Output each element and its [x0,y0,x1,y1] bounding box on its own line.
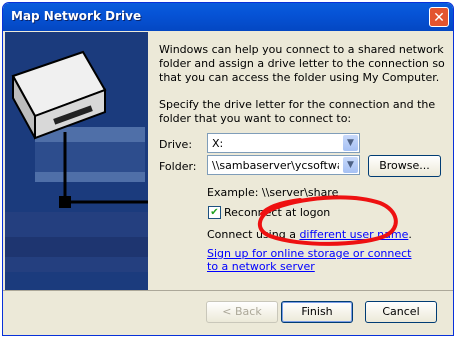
finish-button[interactable]: Finish [281,301,353,323]
connect-prefix: Connect using a [207,228,300,241]
network-drive-icon [5,50,148,272]
title-bar[interactable]: Map Network Drive ✕ [3,3,453,31]
folder-combobox[interactable]: \\sambaserver\ycsoftware ▼ [207,155,360,175]
dropdown-arrow-icon[interactable]: ▼ [343,135,358,151]
side-panel [5,32,148,290]
drive-value: X: [212,137,224,150]
folder-value: \\sambaserver\ycsoftware [212,159,339,172]
reconnect-label[interactable]: Reconnect at logon [224,206,330,219]
checkmark-icon: ✔ [210,207,219,218]
button-bar: < Back Finish Cancel [3,290,453,335]
drive-label: Drive: [159,138,193,151]
folder-label: Folder: [159,160,197,173]
back-button[interactable]: < Back [206,301,278,323]
connect-using-text: Connect using a different user name. [207,228,412,241]
intro-text: Windows can help you connect to a shared… [159,43,445,84]
browse-button[interactable]: Browse... [368,155,441,177]
signup-link[interactable]: Sign up for online storage or connect to… [207,247,422,273]
connect-suffix: . [408,228,412,241]
different-user-name-link[interactable]: different user name [299,228,408,241]
dropdown-arrow-icon[interactable]: ▼ [343,157,358,173]
cancel-button[interactable]: Cancel [365,301,437,323]
drive-select[interactable]: X: ▼ [207,133,360,153]
window-title: Map Network Drive [11,9,142,23]
instruction-text: Specify the drive letter for the connect… [159,98,436,125]
example-text: Example: \\server\share [207,186,339,199]
reconnect-checkbox[interactable]: ✔ [208,206,221,219]
map-network-drive-window: Map Network Drive ✕ Windows can help you… [2,2,454,336]
close-icon[interactable]: ✕ [429,7,449,27]
content-area: Windows can help you connect to a shared… [148,32,453,290]
